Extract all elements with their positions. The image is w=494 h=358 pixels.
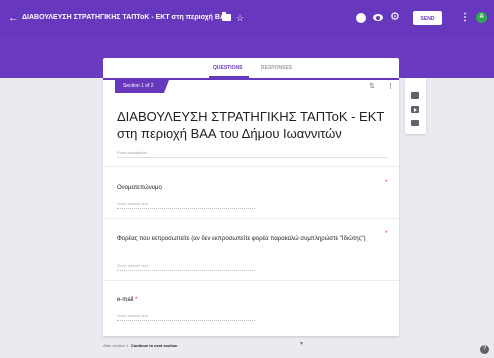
chevron-down-icon[interactable]: ▾	[300, 340, 303, 347]
question-label-organization[interactable]: Φορέας που εκπροσωπείτε (αν δεν εκπροσωπ…	[117, 235, 379, 244]
form-title[interactable]: ΔΙΑΒΟΥΛΕΥΣΗ ΣΤΡΑΤΗΓΙΚΗΣ ΤΑΠΤοΚ - ΕΚΤ στη…	[117, 108, 387, 142]
send-button[interactable]: SEND	[413, 11, 442, 25]
question-label-email[interactable]: e-mail *	[117, 296, 137, 305]
form-description-field[interactable]: Form description	[117, 150, 387, 158]
required-marker: *	[385, 180, 388, 186]
question-label-email-text: e-mail	[117, 297, 134, 303]
question-label-name[interactable]: Ονοματεπώνυμο	[117, 184, 162, 193]
tab-responses[interactable]: RESPONSES	[261, 58, 292, 78]
avatar[interactable]: A	[476, 12, 487, 23]
form-card: Section 1 of 2 ⇅ ⋮ ΔΙΑΒΟΥΛΕΥΣΗ ΣΤΡΑΤΗΓΙΚ…	[103, 78, 399, 336]
required-marker: *	[135, 297, 138, 303]
add-image-icon[interactable]	[411, 92, 419, 99]
after-section-value: Continue to next section	[130, 343, 178, 348]
required-marker: *	[385, 231, 388, 237]
section-more-icon[interactable]: ⋮	[387, 82, 394, 90]
answer-field-organization[interactable]: Short answer text	[117, 263, 255, 271]
divider	[103, 166, 399, 167]
star-icon[interactable]: ☆	[236, 10, 244, 26]
add-video-icon[interactable]	[411, 106, 419, 113]
after-section-navigation[interactable]: After section 1 Continue to next section	[103, 343, 177, 348]
help-icon[interactable]: ?	[480, 345, 489, 354]
top-bar: ← ΔΙΑΒΟΥΛΕΥΣΗ ΣΤΡΑΤΗΓΙΚΗΣ ΤΑΠΤοΚ - ΕΚΤ σ…	[0, 0, 494, 38]
folder-icon[interactable]	[222, 12, 231, 21]
divider	[103, 280, 399, 281]
back-arrow-icon[interactable]: ←	[8, 10, 19, 26]
tab-questions[interactable]: QUESTIONS	[213, 58, 242, 78]
palette-icon[interactable]	[356, 13, 366, 23]
divider	[103, 218, 399, 219]
eye-icon[interactable]	[373, 14, 383, 21]
gear-icon[interactable]: ⚙	[390, 9, 400, 25]
document-title[interactable]: ΔΙΑΒΟΥΛΕΥΣΗ ΣΤΡΑΤΗΓΙΚΗΣ ΤΑΠΤοΚ - ΕΚΤ στη…	[22, 10, 222, 26]
add-section-icon[interactable]	[411, 120, 419, 126]
answer-field-name[interactable]: Short answer text	[117, 201, 255, 209]
more-icon[interactable]: ⋮	[460, 10, 470, 26]
collapse-icon[interactable]: ⇅	[369, 82, 375, 90]
answer-field-email[interactable]: Short answer text	[117, 313, 255, 321]
side-toolbar	[405, 78, 426, 134]
section-label: Section 1 of 2	[115, 80, 169, 93]
tab-bar: QUESTIONS RESPONSES	[103, 58, 399, 78]
after-section-prefix: After section 1	[103, 343, 129, 348]
